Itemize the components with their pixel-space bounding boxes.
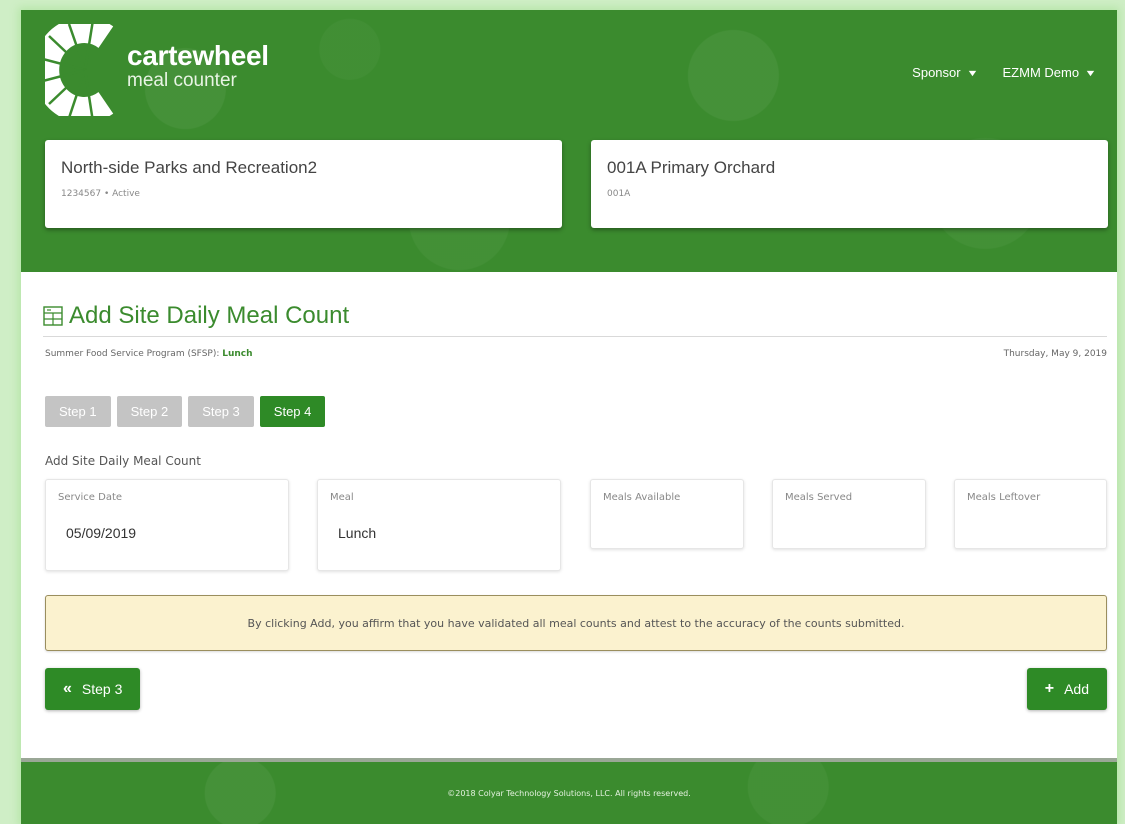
meals-leftover-field[interactable]: Meals Leftover bbox=[954, 479, 1107, 549]
meals-available-field[interactable]: Meals Available bbox=[590, 479, 744, 549]
brand-logo[interactable]: cartewheel meal counter bbox=[45, 24, 269, 116]
meals-leftover-label: Meals Leftover bbox=[967, 492, 1041, 503]
service-date-display: Thursday, May 9, 2019 bbox=[1003, 349, 1107, 359]
app-frame: cartewheel meal counter Sponsor ▼ EZMM D… bbox=[21, 10, 1117, 824]
site-card[interactable]: 001A Primary Orchard 001A bbox=[591, 140, 1108, 228]
back-to-step-3-button[interactable]: « Step 3 bbox=[45, 668, 141, 710]
brand-subtitle: meal counter bbox=[127, 70, 237, 91]
cartwheel-logo-icon bbox=[45, 24, 117, 116]
meal-label: Meal bbox=[330, 492, 354, 503]
site-name: 001A Primary Orchard bbox=[607, 158, 776, 177]
user-dropdown[interactable]: EZMM Demo ▼ bbox=[1002, 65, 1097, 80]
service-date-value: 05/09/2019 bbox=[66, 525, 137, 541]
meal-field[interactable]: Meal Lunch bbox=[317, 479, 561, 571]
step-2-tab[interactable]: Step 2 bbox=[116, 396, 183, 427]
calculator-icon bbox=[43, 306, 63, 326]
add-button[interactable]: + Add bbox=[1026, 668, 1107, 710]
service-date-field[interactable]: Service Date 05/09/2019 bbox=[45, 479, 289, 571]
step-4-tab[interactable]: Step 4 bbox=[259, 396, 326, 427]
page-title: Add Site Daily Meal Count bbox=[69, 302, 350, 329]
sponsor-name: North-side Parks and Recreation2 bbox=[61, 158, 318, 177]
meals-served-label: Meals Served bbox=[785, 492, 853, 503]
step-3-tab[interactable]: Step 3 bbox=[188, 396, 254, 427]
attestation-notice: By clicking Add, you affirm that you hav… bbox=[45, 595, 1107, 651]
add-button-label: Add bbox=[1064, 681, 1089, 697]
site-code: 001A bbox=[607, 189, 631, 199]
meals-available-label: Meals Available bbox=[603, 492, 681, 503]
brand-name: cartewheel bbox=[127, 40, 269, 71]
user-dropdown-label: EZMM Demo bbox=[1002, 65, 1080, 80]
header: cartewheel meal counter Sponsor ▼ EZMM D… bbox=[21, 10, 1117, 272]
service-date-label: Service Date bbox=[58, 492, 123, 503]
chevron-down-icon: ▼ bbox=[965, 67, 979, 78]
footer: ©2018 Colyar Technology Solutions, LLC. … bbox=[21, 758, 1117, 824]
program-info: Summer Food Service Program (SFSP): Lunc… bbox=[45, 349, 253, 359]
program-name: Summer Food Service Program (SFSP): bbox=[45, 349, 223, 359]
page-header: Add Site Daily Meal Count bbox=[43, 302, 1107, 337]
chevron-down-icon: ▼ bbox=[1084, 67, 1097, 78]
meals-served-field[interactable]: Meals Served bbox=[772, 479, 926, 549]
copyright-text: ©2018 Colyar Technology Solutions, LLC. … bbox=[447, 788, 691, 798]
program-meta: Summer Food Service Program (SFSP): Lunc… bbox=[45, 349, 1107, 359]
sponsor-card[interactable]: North-side Parks and Recreation2 1234567… bbox=[45, 140, 562, 228]
step-1-tab[interactable]: Step 1 bbox=[45, 396, 111, 427]
plus-icon: + bbox=[1044, 680, 1055, 697]
double-chevron-left-icon: « bbox=[63, 680, 72, 697]
top-nav: Sponsor ▼ EZMM Demo ▼ bbox=[912, 65, 1097, 80]
sponsor-status: 1234567 • Active bbox=[61, 189, 140, 199]
sponsor-dropdown[interactable]: Sponsor ▼ bbox=[912, 65, 979, 80]
step-nav: Step 1 Step 2 Step 3 Step 4 bbox=[45, 396, 326, 427]
meal-value: Lunch bbox=[338, 525, 377, 541]
sponsor-dropdown-label: Sponsor bbox=[912, 65, 961, 80]
meal-type: Lunch bbox=[222, 349, 253, 359]
back-button-label: Step 3 bbox=[81, 681, 123, 697]
form-section-label: Add Site Daily Meal Count bbox=[45, 454, 201, 468]
